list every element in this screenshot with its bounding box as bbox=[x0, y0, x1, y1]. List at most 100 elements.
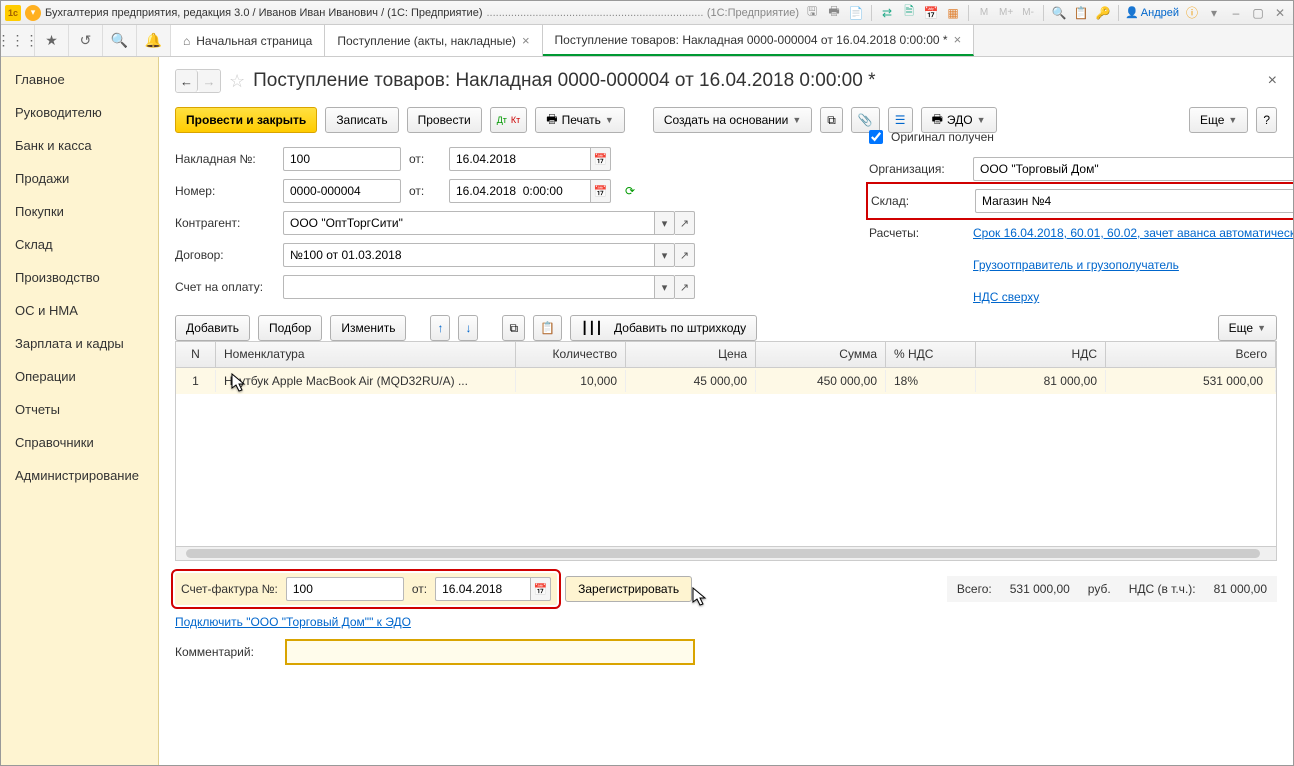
warehouse-input[interactable] bbox=[975, 189, 1293, 213]
close-tab-icon[interactable]: × bbox=[954, 32, 962, 47]
paste-button[interactable]: 📋 bbox=[533, 315, 562, 341]
col-price[interactable]: Цена bbox=[626, 342, 756, 367]
connect-edo-link[interactable]: Подключить "ООО "Торговый Дом"" к ЭДО bbox=[175, 615, 411, 629]
search-button[interactable]: 🔍 bbox=[103, 25, 137, 56]
post-button[interactable]: Провести bbox=[407, 107, 482, 133]
open-icon[interactable]: ↗ bbox=[675, 275, 695, 299]
favorite-button[interactable]: ★ bbox=[35, 25, 69, 56]
apps-button[interactable]: ⋮⋮⋮ bbox=[1, 25, 35, 56]
sf-date-input[interactable] bbox=[435, 577, 531, 601]
info-icon[interactable]: ⓘ bbox=[1183, 4, 1201, 22]
number-date-input[interactable] bbox=[449, 179, 591, 203]
table-more-button[interactable]: Еще▼ bbox=[1218, 315, 1277, 341]
move-up-button[interactable]: ↑ bbox=[430, 315, 450, 341]
maximize-icon[interactable]: ▢ bbox=[1249, 4, 1267, 22]
dropdown-icon[interactable]: ▾ bbox=[655, 243, 675, 267]
calendar-icon[interactable]: 📅 bbox=[922, 4, 940, 22]
create-based-button[interactable]: Создать на основании▼ bbox=[653, 107, 812, 133]
post-and-close-button[interactable]: Провести и закрыть bbox=[175, 107, 317, 133]
compare-icon[interactable]: ⇄ bbox=[878, 4, 896, 22]
sidebar-item-manager[interactable]: Руководителю bbox=[1, 96, 158, 129]
calc-link[interactable]: Срок 16.04.2018, 60.01, 60.02, зачет ава… bbox=[973, 226, 1293, 240]
open-icon[interactable]: ↗ bbox=[675, 211, 695, 235]
org-input[interactable] bbox=[973, 157, 1293, 181]
select-button[interactable]: Подбор bbox=[258, 315, 322, 341]
struct-button[interactable]: ⧉ bbox=[820, 107, 843, 133]
edit-button[interactable]: Изменить bbox=[330, 315, 406, 341]
calc-icon[interactable]: 🗎 bbox=[900, 4, 918, 22]
sidebar-item-reports[interactable]: Отчеты bbox=[1, 393, 158, 426]
col-vatpct[interactable]: % НДС bbox=[886, 342, 976, 367]
col-qty[interactable]: Количество bbox=[516, 342, 626, 367]
m-minus-button[interactable]: M- bbox=[1019, 4, 1037, 22]
nav-forward-button[interactable]: → bbox=[198, 70, 220, 92]
save-button[interactable]: Записать bbox=[325, 107, 398, 133]
original-checkbox[interactable] bbox=[869, 130, 883, 144]
refresh-icon[interactable]: ⟳ bbox=[625, 184, 635, 198]
tab-receipts[interactable]: Поступление (акты, накладные) × bbox=[325, 25, 542, 56]
calendar-icon[interactable]: 📅 bbox=[531, 577, 551, 601]
sidebar-item-bank[interactable]: Банк и касса bbox=[1, 129, 158, 162]
m-button[interactable]: M bbox=[975, 4, 993, 22]
doc-icon[interactable]: 📄 bbox=[847, 4, 865, 22]
col-name[interactable]: Номенклатура bbox=[216, 342, 516, 367]
clipboard-icon[interactable]: 📋 bbox=[1072, 4, 1090, 22]
dropdown-icon[interactable]: ▾ bbox=[1205, 4, 1223, 22]
history-button[interactable]: ↺ bbox=[69, 25, 103, 56]
notifications-button[interactable]: 🔔 bbox=[137, 25, 171, 56]
open-icon[interactable]: ↗ bbox=[675, 243, 695, 267]
comment-input[interactable] bbox=[285, 639, 695, 665]
dtkt-button[interactable]: ДтКт bbox=[490, 107, 528, 133]
sidebar-item-operations[interactable]: Операции bbox=[1, 360, 158, 393]
grid-icon[interactable]: ▦ bbox=[944, 4, 962, 22]
number-input[interactable] bbox=[283, 179, 401, 203]
m-plus-button[interactable]: M+ bbox=[997, 4, 1015, 22]
add-by-barcode-button[interactable]: ┃┃┃ Добавить по штрихкоду bbox=[570, 315, 757, 341]
dropdown-icon[interactable]: ▾ bbox=[655, 275, 675, 299]
minimize-icon[interactable]: – bbox=[1227, 4, 1245, 22]
vat-link[interactable]: НДС сверху bbox=[973, 290, 1039, 304]
contract-input[interactable] bbox=[283, 243, 655, 267]
sf-no-input[interactable] bbox=[286, 577, 404, 601]
calendar-icon[interactable]: 📅 bbox=[591, 179, 611, 203]
col-vat[interactable]: НДС bbox=[976, 342, 1106, 367]
sidebar-item-hr[interactable]: Зарплата и кадры bbox=[1, 327, 158, 360]
close-window-icon[interactable]: ✕ bbox=[1271, 4, 1289, 22]
dropdown-icon[interactable]: ▾ bbox=[655, 211, 675, 235]
sidebar-item-assets[interactable]: ОС и НМА bbox=[1, 294, 158, 327]
move-down-button[interactable]: ↓ bbox=[458, 315, 478, 341]
calendar-icon[interactable]: 📅 bbox=[591, 147, 611, 171]
title-dropdown-icon[interactable]: ▾ bbox=[25, 5, 41, 21]
col-n[interactable]: N bbox=[176, 342, 216, 367]
save-icon[interactable]: 🖫 bbox=[803, 4, 821, 22]
col-total[interactable]: Всего bbox=[1106, 342, 1276, 367]
zoom-icon[interactable]: 🔍 bbox=[1050, 4, 1068, 22]
print-button[interactable]: 🖶Печать▼ bbox=[535, 107, 625, 133]
sidebar-item-admin[interactable]: Администрирование bbox=[1, 459, 158, 492]
register-button[interactable]: Зарегистрировать bbox=[565, 576, 692, 602]
sidebar-item-sales[interactable]: Продажи bbox=[1, 162, 158, 195]
print-icon[interactable]: 🖶 bbox=[825, 4, 843, 22]
copy-button[interactable]: ⧉ bbox=[502, 315, 525, 341]
star-icon[interactable]: ☆ bbox=[229, 71, 245, 92]
tab-receipt-doc[interactable]: Поступление товаров: Накладная 0000-0000… bbox=[543, 25, 975, 56]
sidebar-item-purchases[interactable]: Покупки bbox=[1, 195, 158, 228]
bill-input[interactable] bbox=[283, 275, 655, 299]
invoice-date-input[interactable] bbox=[449, 147, 591, 171]
sidebar-item-production[interactable]: Производство bbox=[1, 261, 158, 294]
contractor-input[interactable] bbox=[283, 211, 655, 235]
table-row[interactable]: 1 Ноутбук Apple MacBook Air (MQD32RU/A) … bbox=[176, 368, 1276, 394]
invoice-no-input[interactable] bbox=[283, 147, 401, 171]
tab-home[interactable]: ⌂ Начальная страница bbox=[171, 25, 325, 56]
col-sum[interactable]: Сумма bbox=[756, 342, 886, 367]
horizontal-scrollbar[interactable] bbox=[176, 546, 1276, 560]
add-row-button[interactable]: Добавить bbox=[175, 315, 250, 341]
user-menu[interactable]: 👤 Андрей bbox=[1125, 6, 1179, 19]
key-icon[interactable]: 🔑 bbox=[1094, 4, 1112, 22]
sidebar-item-main[interactable]: Главное bbox=[1, 63, 158, 96]
sidebar-item-warehouse[interactable]: Склад bbox=[1, 228, 158, 261]
nav-back-button[interactable]: ← bbox=[176, 70, 198, 92]
close-page-icon[interactable]: × bbox=[1268, 72, 1277, 90]
sidebar-item-references[interactable]: Справочники bbox=[1, 426, 158, 459]
close-tab-icon[interactable]: × bbox=[522, 33, 530, 48]
